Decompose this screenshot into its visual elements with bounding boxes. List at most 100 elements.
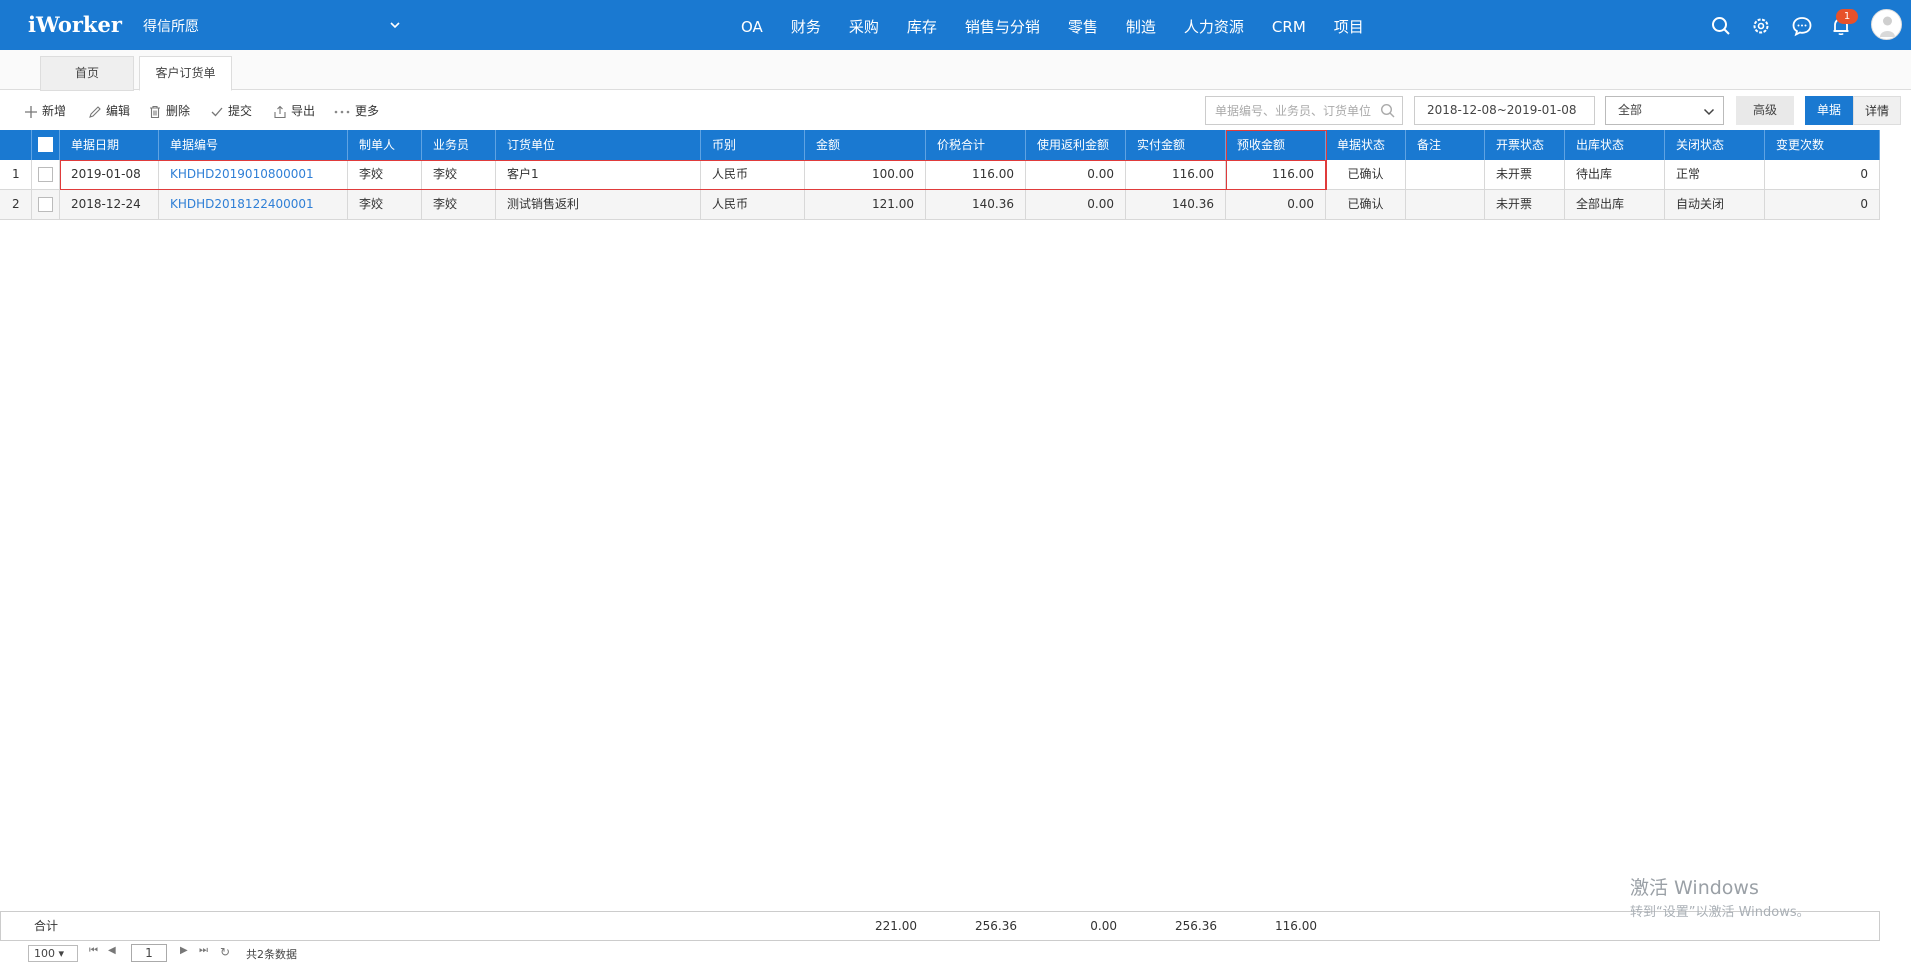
advanced-search-button[interactable]: 高级 bbox=[1736, 96, 1794, 125]
nav-sales[interactable]: 销售与分销 bbox=[951, 0, 1054, 50]
col-maker[interactable]: 制单人 bbox=[348, 130, 422, 160]
prev-page-icon[interactable]: ◀ bbox=[108, 945, 116, 956]
windows-activation-hint: 转到“设置”以激活 Windows。 bbox=[1630, 905, 1810, 920]
order-code-link[interactable]: KHDHD2018122400001 bbox=[170, 197, 314, 211]
table-row[interactable]: 2 2018-12-24 KHDHD2018122400001 李姣 李姣 测试… bbox=[0, 190, 1880, 220]
nav-purchase[interactable]: 采购 bbox=[835, 0, 893, 50]
tab-bar: 首页 客户订货单 bbox=[0, 50, 1911, 91]
search-input[interactable] bbox=[1206, 97, 1376, 124]
summary-rebate: 0.00 bbox=[1090, 919, 1117, 933]
table-row[interactable]: 1 2019-01-08 KHDHD2019010800001 李姣 李姣 客户… bbox=[0, 160, 1880, 190]
status-select[interactable]: 全部 bbox=[1605, 96, 1724, 125]
cell-code: KHDHD2019010800001 bbox=[159, 160, 348, 189]
avatar[interactable] bbox=[1871, 9, 1902, 40]
row-checkbox[interactable] bbox=[38, 167, 53, 182]
notification-badge: 1 bbox=[1836, 9, 1858, 24]
search-icon[interactable] bbox=[1710, 15, 1732, 37]
cell-rebate: 0.00 bbox=[1026, 190, 1126, 219]
row-checkbox[interactable] bbox=[38, 197, 53, 212]
gear-icon[interactable] bbox=[1750, 15, 1772, 37]
refresh-icon[interactable]: ↻ bbox=[220, 945, 230, 959]
col-customer[interactable]: 订货单位 bbox=[496, 130, 701, 160]
col-change-count[interactable]: 变更次数 bbox=[1765, 130, 1880, 160]
nav-retail[interactable]: 零售 bbox=[1054, 0, 1112, 50]
first-page-icon[interactable]: ⏮ bbox=[89, 945, 98, 956]
cell-total: 116.00 bbox=[926, 160, 1026, 189]
col-invoice-status[interactable]: 开票状态 bbox=[1485, 130, 1565, 160]
date-range-field[interactable]: 2018-12-08~2019-01-08 bbox=[1414, 96, 1595, 125]
cell-doc-status: 已确认 bbox=[1326, 190, 1406, 219]
cell-maker: 李姣 bbox=[348, 190, 422, 219]
summary-prepaid: 116.00 bbox=[1275, 919, 1317, 933]
check-icon bbox=[211, 107, 223, 117]
col-date[interactable]: 单据日期 bbox=[60, 130, 159, 160]
row-select-cell[interactable] bbox=[32, 190, 60, 219]
header-rownum bbox=[0, 130, 32, 160]
cell-close-status: 正常 bbox=[1665, 160, 1765, 189]
pencil-icon bbox=[89, 106, 101, 118]
nav-inventory[interactable]: 库存 bbox=[893, 0, 951, 50]
last-page-icon[interactable]: ⏭ bbox=[199, 945, 208, 956]
cell-remark bbox=[1406, 190, 1485, 219]
col-outbound-status[interactable]: 出库状态 bbox=[1565, 130, 1665, 160]
export-button[interactable]: 导出 bbox=[273, 101, 315, 121]
cell-outbound-status: 待出库 bbox=[1565, 160, 1665, 189]
col-amount[interactable]: 金额 bbox=[805, 130, 926, 160]
view-doc-button[interactable]: 单据 bbox=[1805, 96, 1853, 125]
view-detail-button[interactable]: 详情 bbox=[1853, 96, 1901, 125]
chevron-down-icon[interactable] bbox=[388, 18, 402, 32]
col-paid[interactable]: 实付金额 bbox=[1126, 130, 1226, 160]
col-total[interactable]: 价税合计 bbox=[926, 130, 1026, 160]
select-all-checkbox[interactable] bbox=[38, 137, 53, 152]
delete-label: 删除 bbox=[166, 104, 191, 118]
next-page-icon[interactable]: ▶ bbox=[180, 945, 188, 956]
row-select-cell[interactable] bbox=[32, 160, 60, 189]
edit-button[interactable]: 编辑 bbox=[88, 101, 130, 121]
nav-crm[interactable]: CRM bbox=[1258, 0, 1320, 50]
order-code-link[interactable]: KHDHD2019010800001 bbox=[170, 167, 314, 181]
user-avatar-icon bbox=[1880, 16, 1895, 37]
app-logo[interactable]: iWorker bbox=[28, 12, 122, 37]
nav-finance[interactable]: 财务 bbox=[777, 0, 835, 50]
status-select-value: 全部 bbox=[1618, 103, 1643, 117]
tab-home[interactable]: 首页 bbox=[40, 56, 134, 91]
search-icon[interactable] bbox=[1380, 103, 1396, 119]
nav-project[interactable]: 项目 bbox=[1320, 0, 1378, 50]
page-size-value: 100 bbox=[34, 947, 55, 960]
tab-customer-order[interactable]: 客户订货单 bbox=[139, 56, 232, 91]
summary-total: 256.36 bbox=[975, 919, 1017, 933]
company-name[interactable]: 得信所愿 bbox=[143, 16, 199, 36]
col-rebate[interactable]: 使用返利金额 bbox=[1026, 130, 1126, 160]
col-close-status[interactable]: 关闭状态 bbox=[1665, 130, 1765, 160]
chat-icon[interactable] bbox=[1791, 15, 1813, 37]
top-bar: iWorker 得信所愿 OA 财务 采购 库存 销售与分销 零售 制造 人力资… bbox=[0, 0, 1911, 50]
page-number-input[interactable]: 1 bbox=[131, 944, 167, 962]
cell-prepaid: 0.00 bbox=[1226, 190, 1326, 219]
cell-close-status: 自动关闭 bbox=[1665, 190, 1765, 219]
col-remark[interactable]: 备注 bbox=[1406, 130, 1485, 160]
nav-hr[interactable]: 人力资源 bbox=[1170, 0, 1258, 50]
cell-code: KHDHD2018122400001 bbox=[159, 190, 348, 219]
cell-date: 2018-12-24 bbox=[60, 190, 159, 219]
delete-button[interactable]: 删除 bbox=[148, 101, 190, 121]
nav-manufacturing[interactable]: 制造 bbox=[1112, 0, 1170, 50]
header-select-all[interactable] bbox=[32, 130, 60, 160]
windows-activation-watermark: 激活 Windows bbox=[1630, 877, 1759, 899]
col-prepaid[interactable]: 预收金额 bbox=[1226, 130, 1326, 160]
col-code[interactable]: 单据编号 bbox=[159, 130, 348, 160]
more-button[interactable]: 更多 bbox=[333, 101, 379, 121]
cell-amount: 121.00 bbox=[805, 190, 926, 219]
col-currency[interactable]: 币别 bbox=[701, 130, 805, 160]
nav-oa[interactable]: OA bbox=[727, 0, 777, 50]
trash-icon bbox=[150, 105, 160, 119]
row-number: 2 bbox=[0, 190, 32, 219]
col-salesman[interactable]: 业务员 bbox=[422, 130, 496, 160]
page-size-select[interactable]: 100 ▾ bbox=[28, 945, 78, 962]
add-button[interactable]: 新增 bbox=[24, 101, 66, 121]
cell-salesman: 李姣 bbox=[422, 160, 496, 189]
row-number: 1 bbox=[0, 160, 32, 189]
submit-button[interactable]: 提交 bbox=[210, 101, 252, 121]
col-doc-status[interactable]: 单据状态 bbox=[1326, 130, 1406, 160]
cell-date: 2019-01-08 bbox=[60, 160, 159, 189]
cell-maker: 李姣 bbox=[348, 160, 422, 189]
